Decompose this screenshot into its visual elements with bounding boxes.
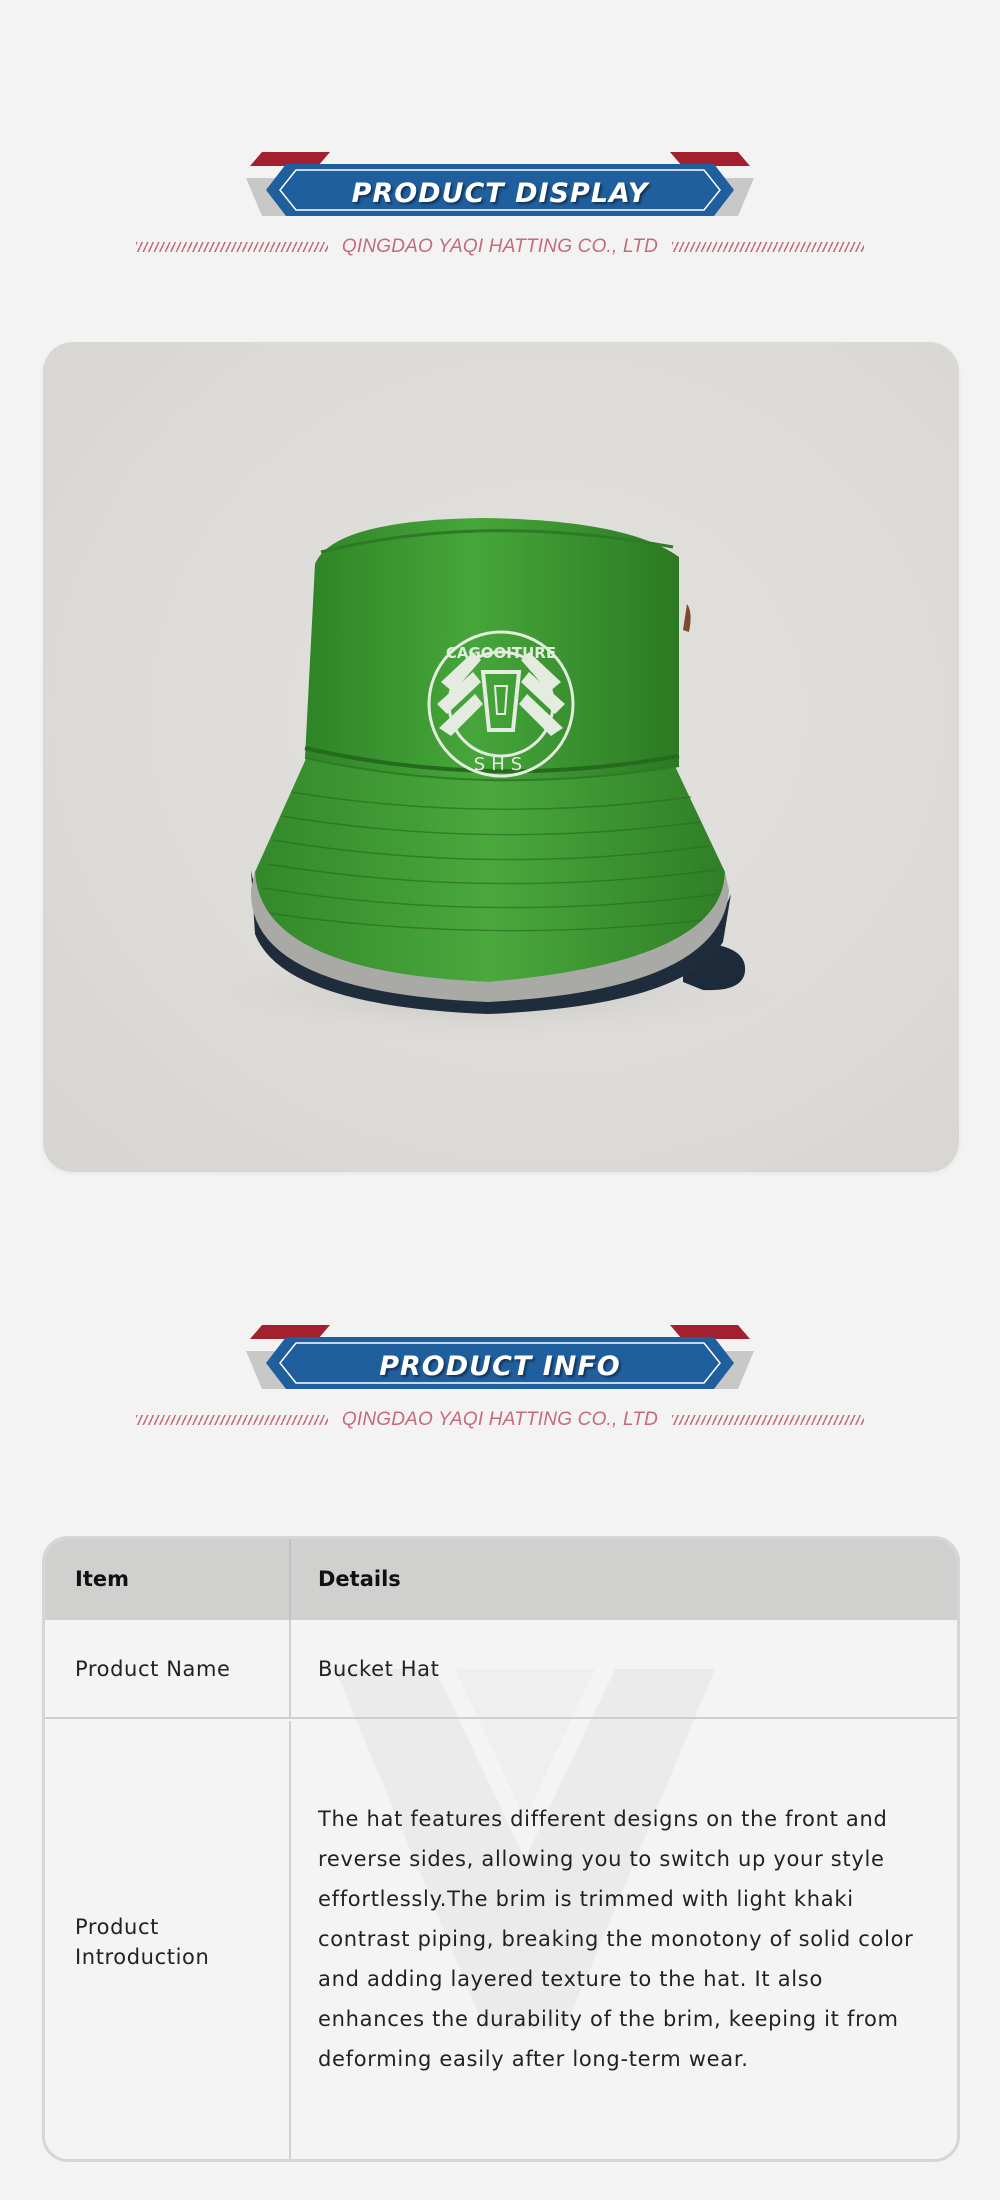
decorative-hatch-left	[135, 1415, 328, 1425]
section-title: PRODUCT INFO	[379, 1351, 621, 1382]
decorative-hatch-right	[672, 1415, 865, 1425]
table-row: Product Introduction The hat features di…	[45, 1721, 957, 2159]
decorative-hatch-left	[135, 242, 328, 252]
product-info-header: PRODUCT INFO QINGDAO YAQI HATTING CO., L…	[0, 1325, 1000, 1445]
product-photo: CAGOOITURE SHS	[43, 342, 959, 1172]
row-details-value: Bucket Hat	[318, 1656, 440, 1681]
row-details-value: The hat features different designs on th…	[318, 1806, 914, 2071]
company-subtitle-row: QINGDAO YAQI HATTING CO., LTD	[0, 1405, 1000, 1435]
company-subtitle: QINGDAO YAQI HATTING CO., LTD	[341, 236, 659, 257]
decorative-hatch-right	[672, 242, 865, 252]
product-info-table: Item Details Product Name Bucket Hat Pro…	[42, 1536, 960, 2162]
row-item-label: Product Name	[75, 1656, 231, 1681]
row-item-label: Product Introduction	[75, 1914, 210, 1969]
column-header-details: Details	[318, 1567, 401, 1591]
section-title: PRODUCT DISPLAY	[351, 178, 649, 209]
company-subtitle-row: QINGDAO YAQI HATTING CO., LTD	[0, 232, 1000, 262]
hat-logo-bottom-text: SHS	[474, 754, 528, 775]
column-header-item: Item	[75, 1567, 129, 1591]
product-display-header: PRODUCT DISPLAY QINGDAO YAQI HATTING CO.…	[0, 152, 1000, 272]
bucket-hat-image: CAGOOITURE SHS	[173, 518, 793, 1042]
hat-logo-top-text: CAGOOITURE	[446, 644, 556, 662]
company-subtitle: QINGDAO YAQI HATTING CO., LTD	[341, 1409, 659, 1430]
table-row: Product Name Bucket Hat	[45, 1619, 957, 1719]
table-header-row: Item Details	[45, 1539, 957, 1619]
